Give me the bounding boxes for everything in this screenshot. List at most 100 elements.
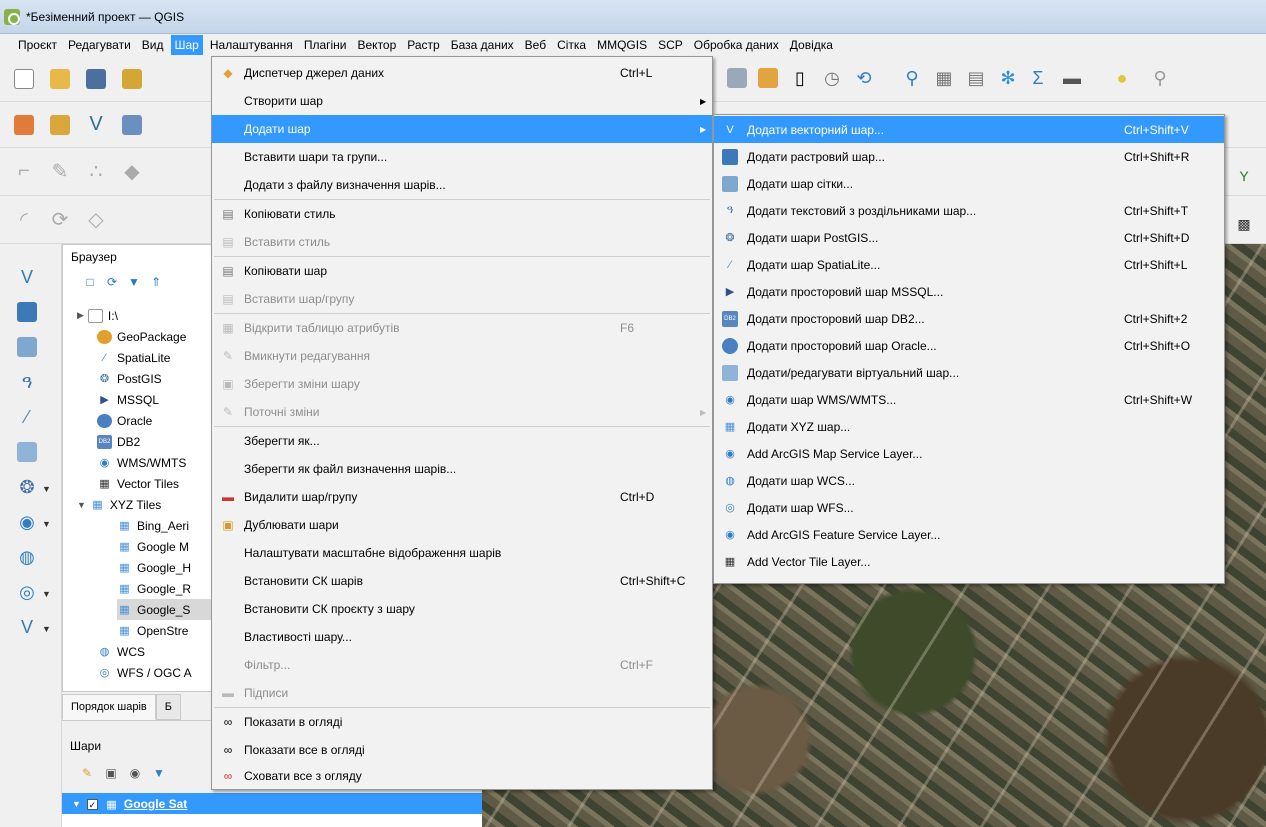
menu-item-copy-layer[interactable]: ▤ Копіювати шар — [212, 257, 712, 285]
menu-item-add-spatialite[interactable]: ⁄ Додати шар SpatiaLite... Ctrl+Shift+L — [714, 251, 1224, 278]
menu-settings[interactable]: Налаштування — [206, 35, 297, 55]
tree-item-xyz-selected[interactable]: ▦ Google_S — [117, 599, 211, 620]
chevron-down-icon[interactable]: ▼ — [42, 519, 51, 529]
attribute-table-icon[interactable]: ▦ — [932, 66, 956, 90]
menu-item-add-oracle[interactable]: Додати просторовий шар Oracle... Ctrl+Shi… — [714, 332, 1224, 359]
add-mesh-layer-icon[interactable] — [14, 334, 40, 360]
tree-item-postgis[interactable]: ❂ PostGIS — [97, 368, 162, 389]
tree-item-oracle[interactable]: Oracle — [97, 410, 152, 431]
menu-item-add-wms[interactable]: ◉ Додати шар WMS/WMTS... Ctrl+Shift+W — [714, 386, 1224, 413]
menu-scp[interactable]: SCP — [654, 35, 687, 55]
menu-item-add-virtual[interactable]: Додати/редагувати віртуальний шар... — [714, 359, 1224, 386]
menu-item-add-from-definition[interactable]: Додати з файлу визначення шарів... — [212, 171, 712, 199]
add-polygon-icon[interactable]: ◆ — [118, 158, 146, 186]
add-wcs-layer-icon[interactable]: ◍ — [14, 544, 40, 570]
menu-item-duplicate-layers[interactable]: ▣ Дублювати шари — [212, 511, 712, 539]
menu-item-add-postgis[interactable]: ❂ Додати шари PostGIS... Ctrl+Shift+D — [714, 224, 1224, 251]
refresh-icon[interactable]: ⟲ — [852, 66, 876, 90]
menu-item-add-arcgis-map-service[interactable]: ◉ Add ArcGIS Map Service Layer... — [714, 440, 1224, 467]
menu-web[interactable]: Веб — [521, 35, 550, 55]
chevron-down-icon[interactable]: ▼ — [42, 589, 51, 599]
menu-raster[interactable]: Растр — [403, 35, 443, 55]
add-raster-layer-icon[interactable] — [14, 299, 40, 325]
add-vector-layer-icon[interactable]: V — [14, 264, 40, 290]
clock-icon[interactable]: ◷ — [820, 66, 844, 90]
settings-gear-icon[interactable]: ✻ — [996, 66, 1020, 90]
menu-item-add-wcs[interactable]: ◍ Додати шар WCS... — [714, 467, 1224, 494]
visibility-eye-icon[interactable]: ◉ — [128, 766, 142, 780]
add-delimited-text-icon[interactable]: ዓ — [14, 369, 40, 395]
save-as-icon[interactable] — [118, 65, 146, 93]
style-brush-icon[interactable]: ✎ — [80, 766, 94, 780]
menu-item-show-all-in-overview[interactable]: ∞ Показати все в огляді — [212, 736, 712, 764]
menu-item-data-source-manager[interactable]: ◆ Диспетчер джерел даних Ctrl+L — [212, 59, 712, 87]
menu-item-show-in-overview[interactable]: ∞ Показати в огляді — [212, 708, 712, 736]
menu-item-add-layer[interactable]: Додати шар ▶ — [212, 115, 712, 143]
add-wms-layer-icon[interactable]: ◉ — [14, 509, 40, 535]
menu-item-add-db2[interactable]: DB2 Додати просторовий шар DB2... Ctrl+Shi… — [714, 305, 1224, 332]
menu-help[interactable]: Довідка — [786, 35, 837, 55]
menu-item-add-delimited-text[interactable]: ዓ Додати текстовий з роздільниками шар...… — [714, 197, 1224, 224]
menu-item-set-layer-crs[interactable]: Встановити СК шарів Ctrl+Shift+C — [212, 567, 712, 595]
menu-layer[interactable]: Шар — [170, 35, 203, 55]
add-vector-toolbar-icon[interactable]: V — [82, 111, 110, 139]
layer-row-google-sat[interactable]: ▼ ✓ ▦ Google Sat — [62, 793, 482, 815]
tree-item-xyz[interactable]: ▦ Bing_Aeri — [117, 515, 189, 536]
add-virtual-layer-icon[interactable] — [14, 439, 40, 465]
chevron-down-icon[interactable]: ▼ — [72, 799, 81, 809]
tree-item-vector-tiles[interactable]: ▦ Vector Tiles — [97, 473, 179, 494]
chevron-right-icon[interactable]: ▶ — [77, 310, 84, 321]
add-spatialite-layer-icon[interactable]: ⁄ — [14, 404, 40, 430]
bookmark-icon[interactable] — [756, 66, 780, 90]
menu-view[interactable]: Вид — [138, 35, 168, 55]
menu-item-save-as-definition[interactable]: Зберегти як файл визначення шарів... — [212, 455, 712, 483]
show-bookmarks-icon[interactable]: ▯ — [788, 66, 812, 90]
add-group-icon[interactable]: ▣ — [104, 766, 118, 780]
statistics-sum-icon[interactable]: Σ — [1026, 66, 1050, 90]
measure-icon[interactable]: ▬ — [1060, 66, 1084, 90]
save-project-icon[interactable] — [82, 65, 110, 93]
tree-item-xyz-tiles[interactable]: ▼ ▦ XYZ Tiles — [77, 494, 161, 515]
menu-item-add-vector-layer[interactable]: V Додати векторний шар... Ctrl+Shift+V — [714, 116, 1224, 143]
field-calculator-icon[interactable]: ▤ — [964, 66, 988, 90]
menu-vector[interactable]: Вектор — [354, 35, 401, 55]
menu-mmqgis[interactable]: MMQGIS — [593, 35, 651, 55]
georeferencer-icon[interactable]: ▩ — [1232, 212, 1256, 236]
tree-item-wcs[interactable]: ◍ WCS — [97, 641, 145, 662]
menu-processing[interactable]: Обробка даних — [690, 35, 783, 55]
add-raster-toolbar-icon[interactable] — [10, 111, 38, 139]
menu-item-save-as[interactable]: Зберегти як... — [212, 427, 712, 455]
identify-icon[interactable] — [725, 66, 749, 90]
filter-legend-icon[interactable]: ▼ — [152, 766, 166, 780]
menu-item-add-raster-layer[interactable]: Додати растровий шар... Ctrl+Shift+R — [714, 143, 1224, 170]
filter-icon[interactable]: ▼ — [127, 275, 141, 289]
identify-features-icon[interactable]: ⚲ — [900, 66, 924, 90]
menu-item-add-xyz[interactable]: ▦ Додати XYZ шар... — [714, 413, 1224, 440]
menu-item-add-vector-tile[interactable]: ▦ Add Vector Tile Layer... — [714, 548, 1224, 575]
tree-item-drive[interactable]: ▶ I:\ — [77, 305, 118, 326]
digitize-icon[interactable]: ⌐ — [10, 158, 38, 186]
add-selected-icon[interactable]: □ — [83, 275, 97, 289]
annotation-icon[interactable]: ● — [1110, 66, 1134, 90]
new-project-icon[interactable] — [10, 65, 38, 93]
add-wfs-layer-icon[interactable]: ◎ — [14, 579, 40, 605]
collapse-icon[interactable]: ⇑ — [149, 275, 163, 289]
tree-item-db2[interactable]: DB2 DB2 — [97, 431, 140, 452]
zoom-icon[interactable]: ⚲ — [1148, 66, 1172, 90]
new-layer-icon[interactable]: V — [14, 614, 40, 640]
menu-item-add-mesh-layer[interactable]: Додати шар сітки... — [714, 170, 1224, 197]
rotate-icon[interactable]: ⟳ — [46, 206, 74, 234]
menu-item-create-layer[interactable]: Створити шар ▶ — [212, 87, 712, 115]
tree-item-xyz[interactable]: ▦ OpenStre — [117, 620, 188, 641]
tree-item-geopackage[interactable]: GeoPackage — [97, 326, 186, 347]
tree-item-xyz[interactable]: ▦ Google M — [117, 536, 189, 557]
chevron-down-icon[interactable]: ▼ — [77, 500, 86, 510]
tab-browser[interactable]: Б — [155, 694, 181, 720]
tree-item-xyz[interactable]: ▦ Google_R — [117, 578, 191, 599]
menu-item-scale-visibility[interactable]: Налаштувати масштабне відображення шарів — [212, 539, 712, 567]
tree-item-spatialite[interactable]: ⁄ SpatiaLite — [97, 347, 171, 368]
menu-item-remove-layer[interactable]: ▬ Видалити шар/групу Ctrl+D — [212, 483, 712, 511]
menu-item-add-mssql[interactable]: ▶ Додати просторовий шар MSSQL... — [714, 278, 1224, 305]
tree-item-xyz[interactable]: ▦ Google_H — [117, 557, 191, 578]
menu-item-copy-style[interactable]: ▤ Копіювати стиль — [212, 200, 712, 228]
